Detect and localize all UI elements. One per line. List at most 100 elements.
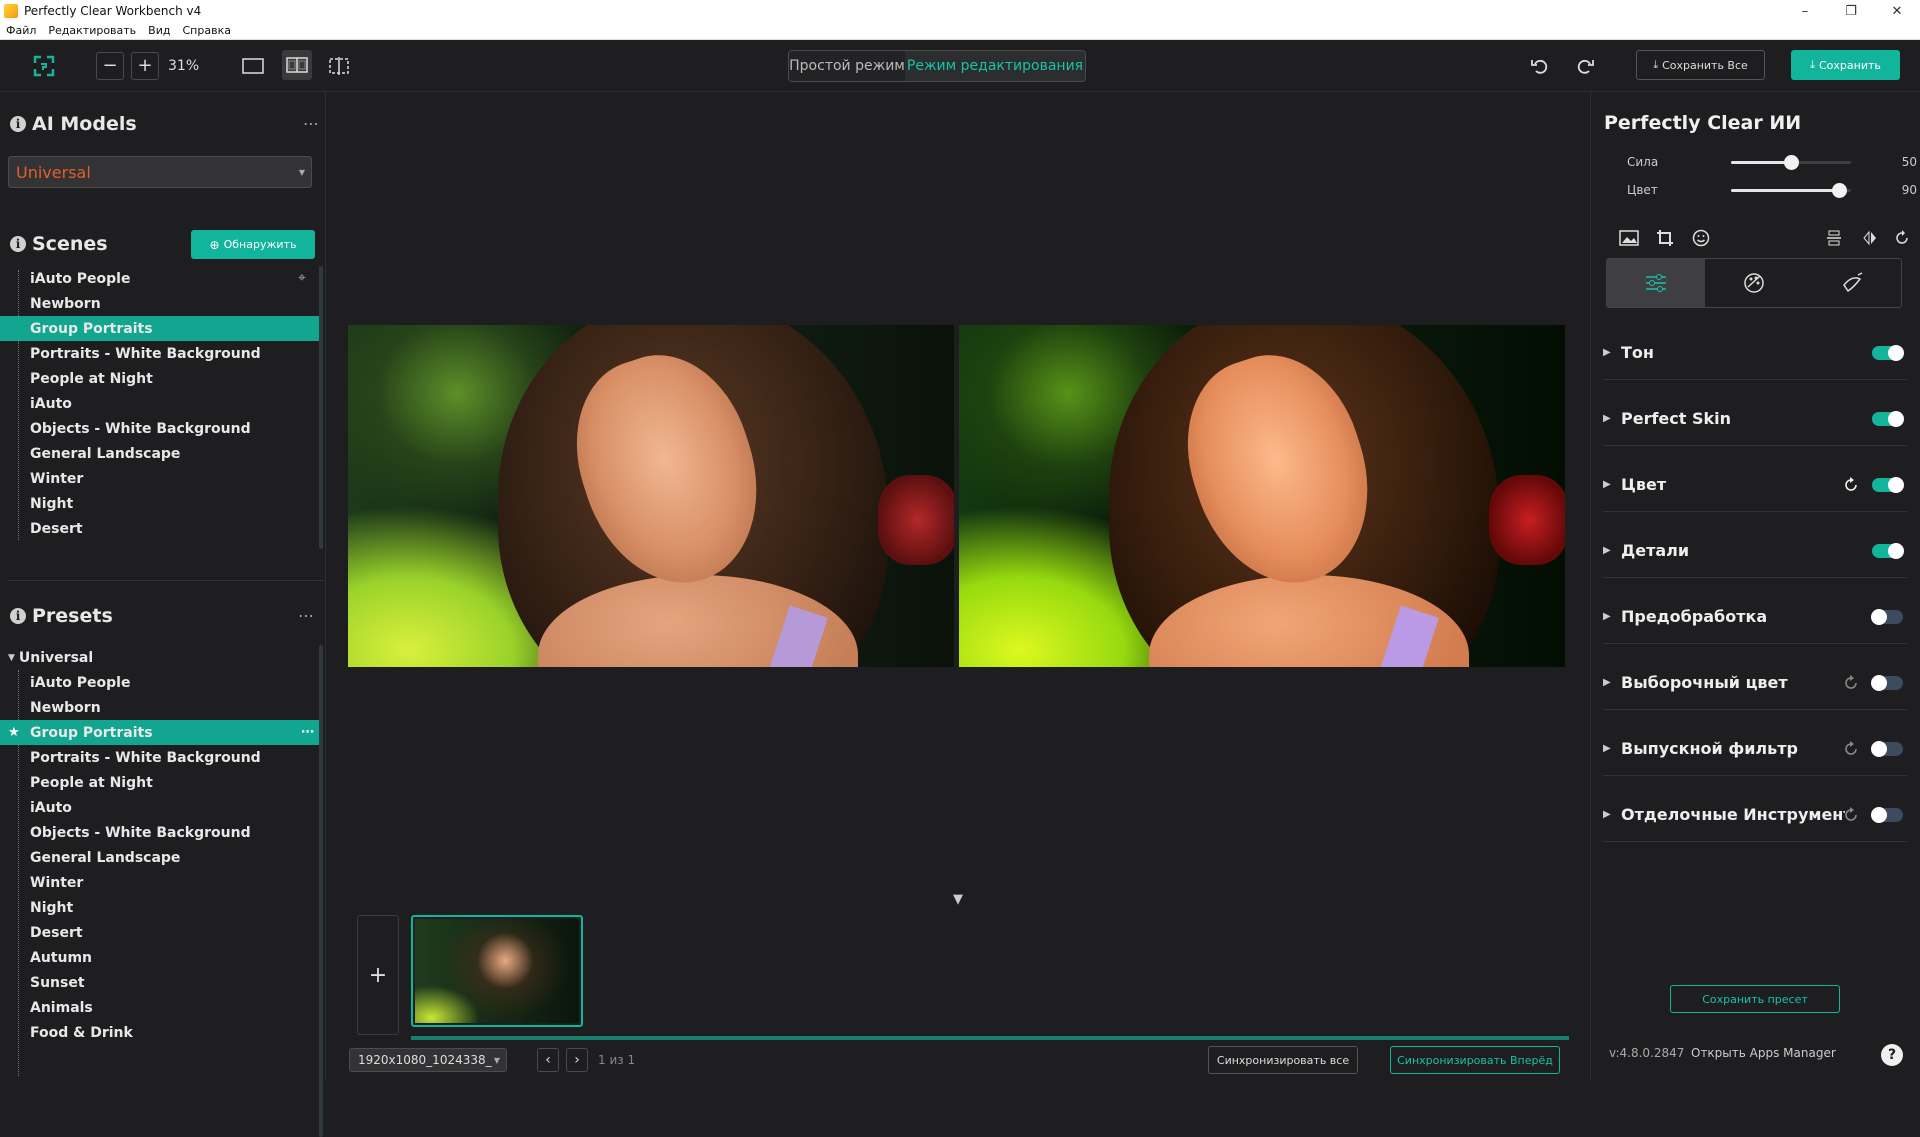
preset-item-desert[interactable]: Desert [0, 920, 322, 945]
presets-more-icon[interactable]: ⋯ [298, 606, 315, 625]
triangle-right-icon[interactable]: ▶ [1603, 677, 1621, 688]
minimize-button[interactable]: – [1782, 4, 1828, 19]
corrected-photo[interactable] [959, 325, 1565, 667]
triangle-right-icon[interactable]: ▶ [1603, 347, 1621, 358]
scenes-scrollbar[interactable] [319, 266, 323, 549]
section-5[interactable]: ▶ Выборочный цвет [1603, 656, 1907, 710]
split-view-icon[interactable] [282, 50, 312, 80]
section-toggle[interactable] [1872, 476, 1904, 493]
prev-image-button[interactable]: ‹ [537, 1048, 559, 1072]
info-icon[interactable]: i [10, 236, 26, 252]
menu-view[interactable]: Вид [142, 24, 176, 37]
scene-item-portraits-white-background[interactable]: Portraits - White Background [0, 341, 322, 366]
crosshair-icon[interactable]: ⌖ [298, 270, 307, 286]
section-toggle[interactable] [1872, 410, 1904, 427]
scene-item-objects-white-background[interactable]: Objects - White Background [0, 416, 322, 441]
presets-group-row[interactable]: ▼ Universal [0, 645, 322, 670]
face-icon[interactable] [1688, 225, 1714, 251]
save-button[interactable]: ⤓ Сохранить [1791, 50, 1900, 80]
simple-mode-tab[interactable]: Простой режим [789, 51, 905, 81]
save-preset-button[interactable]: Сохранить пресет [1670, 985, 1840, 1013]
preset-item-night[interactable]: Night [0, 895, 322, 920]
apps-manager-link[interactable]: Открыть Apps Manager [1691, 1046, 1836, 1060]
close-button[interactable]: ✕ [1874, 4, 1920, 19]
redo-icon[interactable] [1571, 52, 1599, 80]
scene-item-newborn[interactable]: Newborn [0, 291, 322, 316]
save-all-button[interactable]: ⤓ Сохранить Все [1636, 50, 1765, 80]
triangle-right-icon[interactable]: ▶ [1603, 413, 1621, 424]
presets-scrollbar[interactable] [319, 645, 323, 1137]
original-photo[interactable] [348, 325, 954, 667]
scene-item-general-landscape[interactable]: General Landscape [0, 441, 322, 466]
tab-adjustments[interactable] [1607, 259, 1705, 307]
slider-handle[interactable] [1832, 183, 1847, 198]
scene-item-winter[interactable]: Winter [0, 466, 322, 491]
preset-item-autumn[interactable]: Autumn [0, 945, 322, 970]
reset-icon[interactable] [1843, 806, 1859, 823]
crop-icon[interactable] [1652, 225, 1678, 251]
preset-item-portraits-white-background[interactable]: Portraits - White Background [0, 745, 322, 770]
menu-edit[interactable]: Редактировать [42, 24, 142, 37]
menu-file[interactable]: Файл [0, 24, 42, 37]
section-2[interactable]: ▶ Цвет [1603, 458, 1907, 512]
reset-icon[interactable] [1843, 740, 1859, 757]
slider-handle[interactable] [1784, 155, 1799, 170]
preset-item-group-portraits[interactable]: ★ Group Portraits ⋯ [0, 720, 322, 745]
scene-item-group-portraits[interactable]: Group Portraits [0, 316, 322, 341]
preset-item-sunset[interactable]: Sunset [0, 970, 322, 995]
edit-mode-tab[interactable]: Режим редактирования [905, 51, 1085, 81]
compare-view-icon[interactable] [326, 52, 352, 80]
section-toggle[interactable] [1871, 608, 1903, 625]
section-3[interactable]: ▶ Детали [1603, 524, 1907, 578]
preset-item-animals[interactable]: Animals [0, 995, 322, 1020]
image-icon[interactable] [1616, 225, 1642, 251]
preset-item-newborn[interactable]: Newborn [0, 695, 322, 720]
preset-item-people-at-night[interactable]: People at Night [0, 770, 322, 795]
filmstrip-thumbnail[interactable] [411, 915, 583, 1027]
sync-all-button[interactable]: Синхронизировать все [1208, 1046, 1358, 1074]
preset-item-winter[interactable]: Winter [0, 870, 322, 895]
section-toggle[interactable] [1871, 674, 1903, 691]
help-button[interactable]: ? [1881, 1044, 1903, 1066]
tab-looks[interactable] [1705, 259, 1803, 307]
section-0[interactable]: ▶ Тон [1603, 326, 1907, 380]
slider-track[interactable] [1731, 155, 1851, 170]
preset-item-iauto-people[interactable]: iAuto People [0, 670, 322, 695]
rotate-icon[interactable] [1889, 225, 1915, 251]
scene-item-desert[interactable]: Desert [0, 516, 322, 541]
triangle-right-icon[interactable]: ▶ [1603, 611, 1621, 622]
reset-icon[interactable] [1843, 674, 1859, 691]
add-image-button[interactable]: + [357, 915, 399, 1035]
info-icon[interactable]: i [10, 608, 26, 624]
undo-icon[interactable] [1526, 52, 1554, 80]
info-icon[interactable]: i [10, 116, 26, 132]
slider-track[interactable] [1731, 183, 1851, 198]
ai-model-select[interactable]: Universal ▼ [8, 156, 312, 188]
tab-retouch[interactable] [1803, 259, 1901, 307]
preset-item-objects-white-background[interactable]: Objects - White Background [0, 820, 322, 845]
preset-more-icon[interactable]: ⋯ [301, 725, 314, 740]
preset-item-iauto[interactable]: iAuto [0, 795, 322, 820]
scene-item-iauto-people[interactable]: iAuto People [0, 266, 322, 291]
flip-icon[interactable] [1857, 225, 1883, 251]
section-toggle[interactable] [1872, 344, 1904, 361]
preset-item-food-drink[interactable]: Food & Drink [0, 1020, 322, 1045]
triangle-right-icon[interactable]: ▶ [1603, 479, 1621, 490]
sync-forward-button[interactable]: Синхронизировать Вперёд [1390, 1046, 1560, 1074]
menu-help[interactable]: Справка [176, 24, 236, 37]
ai-models-more-icon[interactable]: ⋯ [303, 114, 320, 133]
app-home-icon[interactable] [30, 52, 58, 80]
preset-item-general-landscape[interactable]: General Landscape [0, 845, 322, 870]
section-toggle[interactable] [1871, 740, 1903, 757]
section-4[interactable]: ▶ Предобработка [1603, 590, 1907, 644]
section-6[interactable]: ▶ Выпускной фильтр [1603, 722, 1907, 776]
reset-icon[interactable] [1843, 476, 1859, 493]
triangle-right-icon[interactable]: ▶ [1603, 809, 1621, 820]
section-toggle[interactable] [1872, 542, 1904, 559]
section-1[interactable]: ▶ Perfect Skin [1603, 392, 1907, 446]
layers-icon[interactable] [1821, 225, 1847, 251]
zoom-in-button[interactable]: + [131, 52, 159, 80]
scene-item-iauto[interactable]: iAuto [0, 391, 322, 416]
section-7[interactable]: ▶ Отделочные Инструменты [1603, 788, 1907, 842]
section-toggle[interactable] [1871, 806, 1903, 823]
